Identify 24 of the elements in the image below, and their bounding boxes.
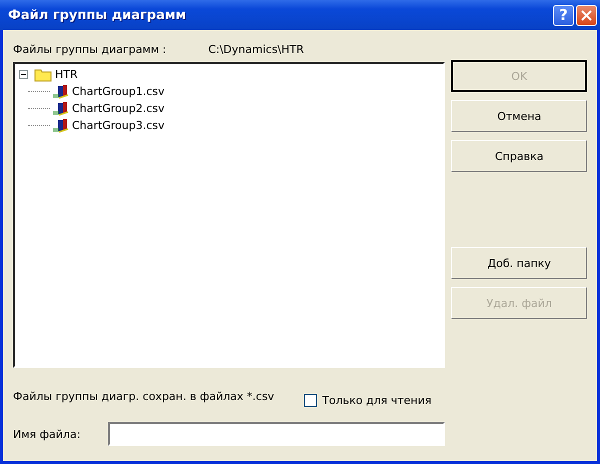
files-label: Файлы группы диаграмм : — [13, 42, 166, 56]
close-button[interactable] — [576, 4, 597, 26]
dialog-button[interactable]: Справка — [451, 140, 587, 172]
read-only-label: Только для чтения — [322, 394, 432, 406]
dialog-button[interactable]: Доб. папку — [451, 247, 587, 279]
book-stack-icon — [53, 84, 69, 99]
folder-icon — [34, 68, 52, 82]
window-title: Файл группы диаграмм — [8, 8, 188, 22]
minus-icon — [20, 71, 27, 78]
book-stack-icon — [53, 101, 69, 116]
read-only-checkbox[interactable] — [304, 394, 318, 406]
tree-item[interactable]: ChartGroup1.csv — [72, 85, 165, 98]
help-button[interactable]: ? — [553, 4, 574, 26]
tree-item[interactable]: ChartGroup3.csv — [72, 119, 165, 132]
dialog-button[interactable]: Отмена — [451, 100, 587, 132]
tree-item[interactable]: HTR — [55, 68, 78, 81]
folder-path: C:\Dynamics\HTR — [208, 42, 304, 56]
save-note: Файлы группы диагр. сохран. в файлах *.csv — [13, 390, 274, 402]
close-icon — [581, 10, 592, 20]
collapse-toggle[interactable] — [19, 70, 28, 79]
filename-field[interactable] — [108, 422, 446, 446]
tree-item[interactable]: ChartGroup2.csv — [72, 102, 165, 115]
book-stack-icon — [53, 118, 69, 133]
filename-label: Имя файла: — [13, 428, 80, 440]
